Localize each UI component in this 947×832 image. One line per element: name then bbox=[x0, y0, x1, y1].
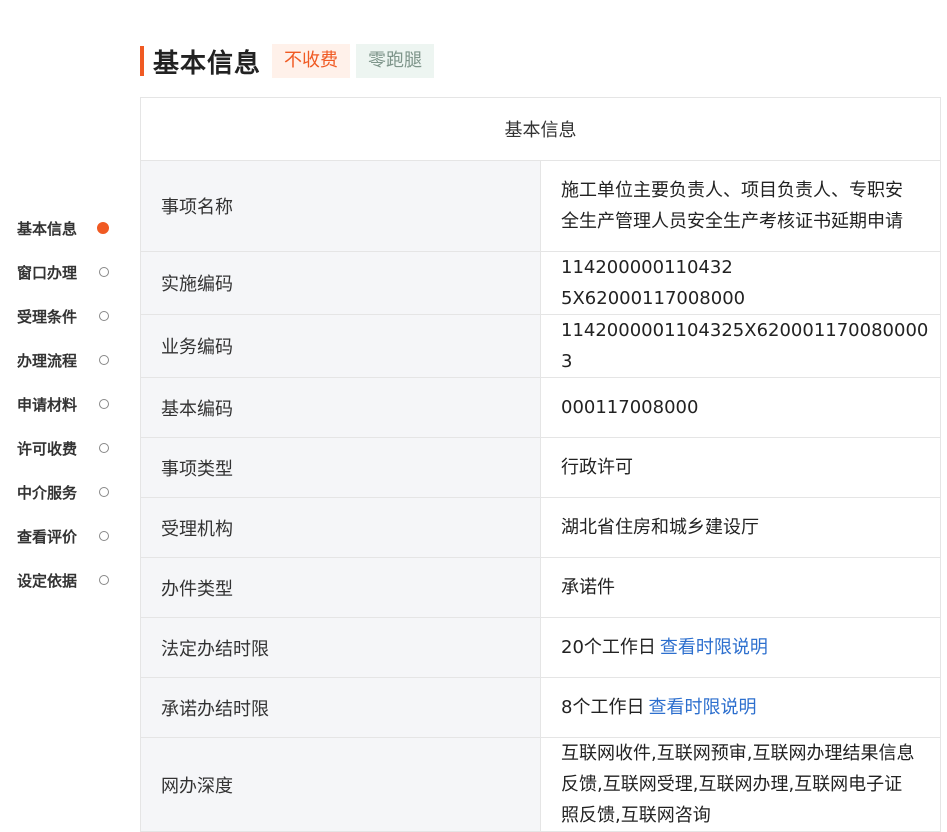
page-title: 基本信息 bbox=[153, 48, 262, 79]
table-row: 基本编码 000117008000 bbox=[140, 377, 941, 438]
table-row: 法定办结时限 20个工作日 查看时限说明 bbox=[140, 617, 941, 678]
nav-item-materials[interactable]: 申请材料 bbox=[17, 382, 117, 426]
table-caption: 基本信息 bbox=[140, 97, 941, 161]
row-label: 事项名称 bbox=[140, 160, 541, 252]
row-value: 1142000001104325X620001170080000 3 bbox=[540, 314, 941, 378]
row-value: 行政许可 bbox=[540, 437, 941, 498]
nav-item-conditions[interactable]: 受理条件 bbox=[17, 294, 117, 338]
table-row: 事项类型 行政许可 bbox=[140, 437, 941, 498]
nav-label: 申请材料 bbox=[17, 395, 78, 414]
table-row: 受理机构 湖北省住房和城乡建设厅 bbox=[140, 497, 941, 558]
row-label: 办件类型 bbox=[140, 557, 541, 618]
side-nav: 基本信息 窗口办理 受理条件 办理流程 申请材料 许可收费 中介服务 查看评价 … bbox=[17, 206, 117, 602]
row-label: 网办深度 bbox=[140, 737, 541, 832]
time-limit-value: 20个工作日 bbox=[561, 637, 656, 658]
row-value: 施工单位主要负责人、项目负责人、专职安全生产管理人员安全生产考核证书延期申请 bbox=[540, 160, 941, 252]
row-label: 法定办结时限 bbox=[140, 617, 541, 678]
nav-label: 查看评价 bbox=[17, 527, 78, 546]
nav-label: 基本信息 bbox=[17, 219, 78, 238]
nav-item-window[interactable]: 窗口办理 bbox=[17, 250, 117, 294]
table-row: 网办深度 互联网收件,互联网预审,互联网办理结果信息反馈,互联网受理,互联网办理… bbox=[140, 737, 941, 832]
row-label: 承诺办结时限 bbox=[140, 677, 541, 738]
table-row: 办件类型 承诺件 bbox=[140, 557, 941, 618]
nav-dot-icon bbox=[99, 443, 109, 453]
table-row: 业务编码 1142000001104325X620001170080000 3 bbox=[140, 314, 941, 378]
nav-label: 窗口办理 bbox=[17, 263, 78, 282]
badge-zero-trip: 零跑腿 bbox=[356, 44, 435, 78]
row-value: 114200000110432 5X62000117008000 bbox=[540, 251, 941, 315]
nav-label: 受理条件 bbox=[17, 307, 78, 326]
nav-active-dot-icon bbox=[97, 222, 109, 234]
time-limit-value: 8个工作日 bbox=[561, 697, 645, 718]
nav-dot-icon bbox=[99, 575, 109, 585]
nav-label: 设定依据 bbox=[17, 571, 78, 590]
nav-dot-icon bbox=[99, 531, 109, 541]
row-value: 湖北省住房和城乡建设厅 bbox=[540, 497, 941, 558]
row-label: 事项类型 bbox=[140, 437, 541, 498]
badge-no-fee: 不收费 bbox=[272, 44, 351, 78]
nav-label: 许可收费 bbox=[17, 439, 78, 458]
row-label: 实施编码 bbox=[140, 251, 541, 315]
nav-label: 办理流程 bbox=[17, 351, 78, 370]
row-label: 业务编码 bbox=[140, 314, 541, 378]
row-value: 承诺件 bbox=[540, 557, 941, 618]
nav-dot-icon bbox=[99, 487, 109, 497]
nav-label: 中介服务 bbox=[17, 483, 78, 502]
nav-dot-icon bbox=[99, 399, 109, 409]
table-row: 承诺办结时限 8个工作日 查看时限说明 bbox=[140, 677, 941, 738]
table-row: 实施编码 114200000110432 5X62000117008000 bbox=[140, 251, 941, 315]
nav-dot-icon bbox=[99, 267, 109, 277]
view-time-limit-link[interactable]: 查看时限说明 bbox=[660, 637, 768, 658]
title-accent-bar bbox=[140, 46, 144, 76]
table-row: 事项名称 施工单位主要负责人、项目负责人、专职安全生产管理人员安全生产考核证书延… bbox=[140, 160, 941, 252]
nav-item-reviews[interactable]: 查看评价 bbox=[17, 514, 117, 558]
row-value: 互联网收件,互联网预审,互联网办理结果信息反馈,互联网受理,互联网办理,互联网电… bbox=[540, 737, 941, 832]
page-header: 基本信息 不收费 零跑腿 bbox=[140, 44, 435, 79]
nav-item-intermediary[interactable]: 中介服务 bbox=[17, 470, 117, 514]
row-value: 000117008000 bbox=[540, 377, 941, 438]
basic-info-table: 基本信息 事项名称 施工单位主要负责人、项目负责人、专职安全生产管理人员安全生产… bbox=[140, 97, 941, 832]
row-label: 基本编码 bbox=[140, 377, 541, 438]
row-value-with-link: 20个工作日 查看时限说明 bbox=[540, 617, 941, 678]
row-value-with-link: 8个工作日 查看时限说明 bbox=[540, 677, 941, 738]
nav-item-fees[interactable]: 许可收费 bbox=[17, 426, 117, 470]
nav-dot-icon bbox=[99, 355, 109, 365]
nav-item-basic-info[interactable]: 基本信息 bbox=[17, 206, 117, 250]
nav-item-process[interactable]: 办理流程 bbox=[17, 338, 117, 382]
nav-dot-icon bbox=[99, 311, 109, 321]
row-label: 受理机构 bbox=[140, 497, 541, 558]
view-time-limit-link[interactable]: 查看时限说明 bbox=[648, 697, 756, 718]
nav-item-basis[interactable]: 设定依据 bbox=[17, 558, 117, 602]
